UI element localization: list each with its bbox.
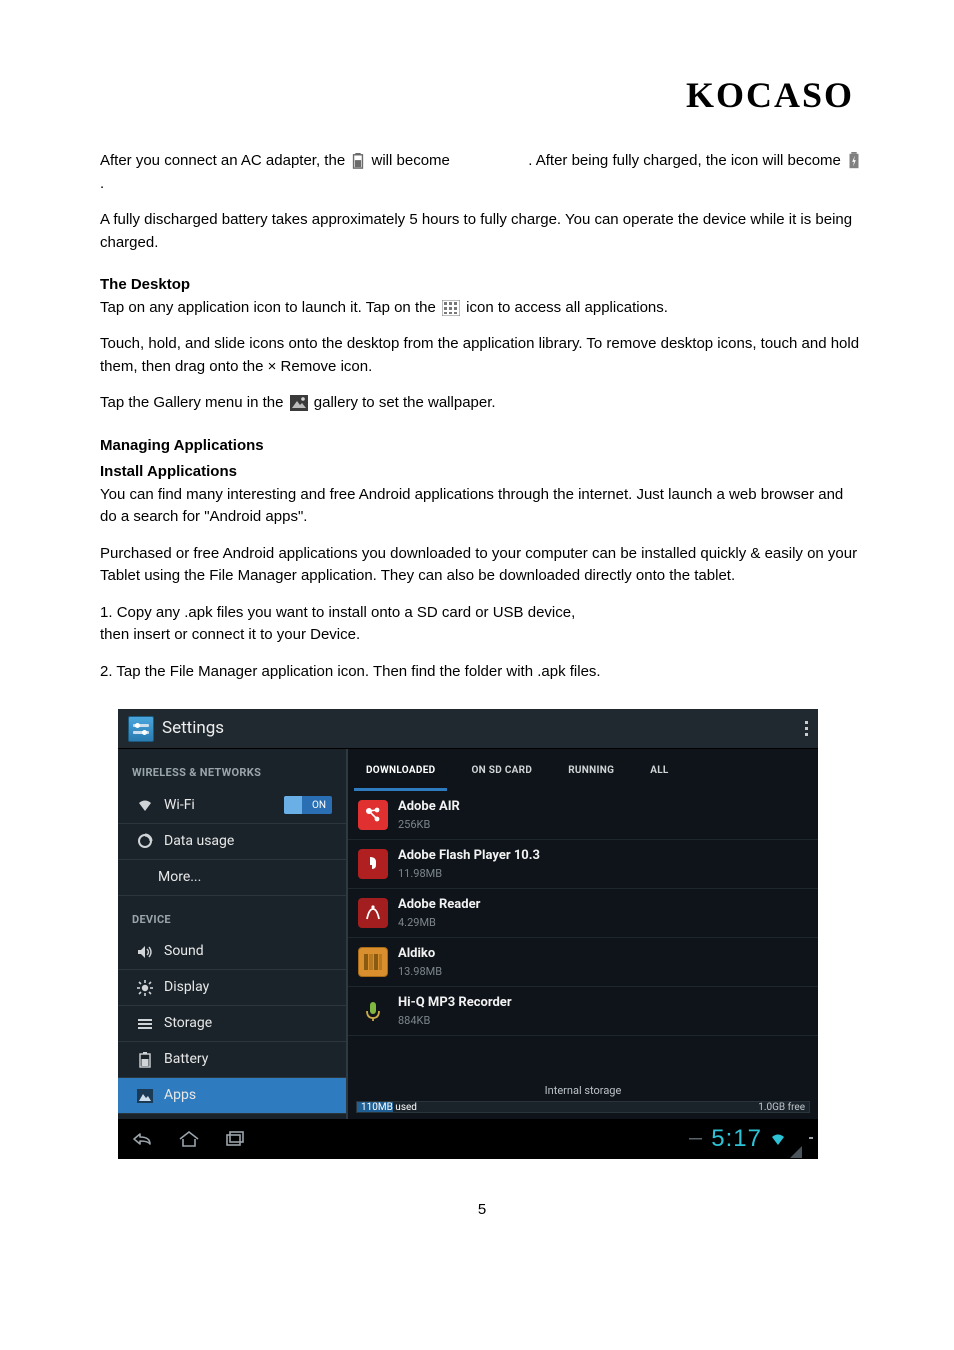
settings-sidebar: WIRELESS & NETWORKS Wi-Fi ON	[118, 749, 348, 1119]
page-number: 5	[100, 1199, 864, 1222]
storage-free: 1.0GB free	[758, 1100, 805, 1115]
app-row[interactable]: Adobe Flash Player 10.3 11.98MB	[348, 840, 818, 889]
storage-used: 110MB used	[361, 1100, 417, 1115]
sidebar-item-sound[interactable]: Sound	[118, 934, 346, 970]
app-size: 256KB	[398, 817, 460, 834]
overflow-menu-button[interactable]	[805, 721, 808, 736]
paragraph-apps2: Purchased or free Android applications y…	[100, 543, 864, 588]
window-title: Settings	[162, 716, 224, 742]
sidebar-label: Display	[164, 977, 209, 998]
paragraph-apps1: You can find many interesting and free A…	[100, 484, 864, 529]
heading-manage-apps: Managing Applications	[100, 435, 864, 458]
app-icon	[358, 947, 388, 977]
apps-tabs: DOWNLOADED ON SD CARD RUNNING ALL	[348, 749, 818, 791]
sidebar-item-storage[interactable]: Storage	[118, 1006, 346, 1042]
sidebar-item-battery[interactable]: Battery	[118, 1042, 346, 1078]
paragraph-charging: After you connect an AC adapter, the wil…	[100, 150, 864, 195]
data-usage-icon	[136, 833, 154, 849]
apps-grid-icon	[442, 300, 460, 316]
app-name: Adobe Flash Player 10.3	[398, 846, 540, 866]
sound-icon	[136, 945, 154, 959]
app-size: 884KB	[398, 1013, 512, 1030]
app-size: 4.29MB	[398, 915, 480, 932]
paragraph-charge-time: A fully discharged battery takes approxi…	[100, 209, 864, 254]
heading-install-apps: Install Applications	[100, 461, 864, 484]
sidebar-label: Sound	[164, 941, 204, 962]
app-name: Hi-Q MP3 Recorder	[398, 993, 512, 1013]
home-button[interactable]	[178, 1130, 200, 1148]
app-row[interactable]: Adobe AIR 256KB	[348, 791, 818, 840]
settings-screenshot: Settings WIRELESS & NETWORKS Wi-Fi	[118, 709, 818, 1159]
sidebar-item-data-usage[interactable]: Data usage	[118, 824, 346, 860]
section-wireless: WIRELESS & NETWORKS	[118, 749, 346, 788]
storage-label: Internal storage	[356, 1083, 810, 1100]
wifi-toggle[interactable]: ON	[284, 796, 332, 814]
apps-menu-icon	[136, 1089, 154, 1103]
battery-icon	[351, 153, 365, 169]
sidebar-label: Storage	[164, 1013, 212, 1034]
sidebar-item-wifi[interactable]: Wi-Fi ON	[118, 788, 346, 824]
battery-charging-icon	[847, 152, 861, 170]
paragraph-desktop3: Tap the Gallery menu in the gallery to s…	[100, 392, 864, 415]
back-button[interactable]	[130, 1130, 154, 1148]
battery-menu-icon	[136, 1052, 154, 1068]
app-list: Adobe AIR 256KB Adobe Flash Player 10.3 …	[348, 791, 818, 1079]
sidebar-label: More...	[158, 867, 201, 888]
paragraph-step2: 2. Tap the File Manager application icon…	[100, 661, 864, 684]
app-name: Aldiko	[398, 944, 442, 964]
sidebar-label: Wi-Fi	[164, 795, 195, 816]
heading-desktop: The Desktop	[100, 274, 864, 297]
app-icon	[358, 996, 388, 1026]
window-titlebar: Settings	[118, 709, 818, 749]
app-icon	[358, 800, 388, 830]
app-size: 11.98MB	[398, 866, 540, 883]
gallery-icon	[290, 395, 308, 411]
tab-running[interactable]: RUNNING	[550, 749, 632, 791]
storage-indicator: Internal storage 110MB used 1.0GB free	[348, 1079, 818, 1120]
app-row[interactable]: Hi-Q MP3 Recorder 884KB	[348, 987, 818, 1036]
recents-button[interactable]	[224, 1130, 246, 1148]
app-icon	[358, 849, 388, 879]
app-icon	[358, 898, 388, 928]
settings-icon	[128, 716, 154, 742]
paragraph-desktop1: Tap on any application icon to launch it…	[100, 297, 864, 320]
apps-manager-pane: DOWNLOADED ON SD CARD RUNNING ALL Adobe …	[348, 749, 818, 1119]
sidebar-label: Data usage	[164, 831, 234, 852]
tab-on-sd-card[interactable]: ON SD CARD	[453, 749, 550, 791]
tab-downloaded[interactable]: DOWNLOADED	[348, 749, 453, 791]
system-navbar: — 5:17	[118, 1119, 818, 1159]
app-size: 13.98MB	[398, 964, 442, 981]
sidebar-label: Apps	[164, 1085, 196, 1106]
paragraph-step1: 1. Copy any .apk files you want to insta…	[100, 602, 864, 647]
app-row[interactable]: Adobe Reader 4.29MB	[348, 889, 818, 938]
minus-indicator: —	[688, 1124, 704, 1154]
sidebar-item-more[interactable]: More...	[118, 860, 346, 896]
app-row[interactable]: Aldiko 13.98MB	[348, 938, 818, 987]
wifi-icon	[136, 798, 154, 812]
sidebar-item-display[interactable]: Display	[118, 970, 346, 1006]
sidebar-label: Battery	[164, 1049, 208, 1070]
status-wifi-icon	[770, 1132, 786, 1146]
brand-logo: KOCASO	[686, 68, 854, 122]
display-icon	[136, 980, 154, 996]
sidebar-item-apps[interactable]: Apps	[118, 1078, 346, 1114]
app-name: Adobe Reader	[398, 895, 480, 915]
clock: 5:17	[711, 1121, 762, 1157]
section-device: DEVICE	[118, 896, 346, 935]
app-name: Adobe AIR	[398, 797, 460, 817]
status-signal-icon	[790, 1129, 802, 1149]
tab-all[interactable]: ALL	[632, 749, 686, 791]
paragraph-desktop2: Touch, hold, and slide icons onto the de…	[100, 333, 864, 378]
storage-icon	[136, 1017, 154, 1031]
